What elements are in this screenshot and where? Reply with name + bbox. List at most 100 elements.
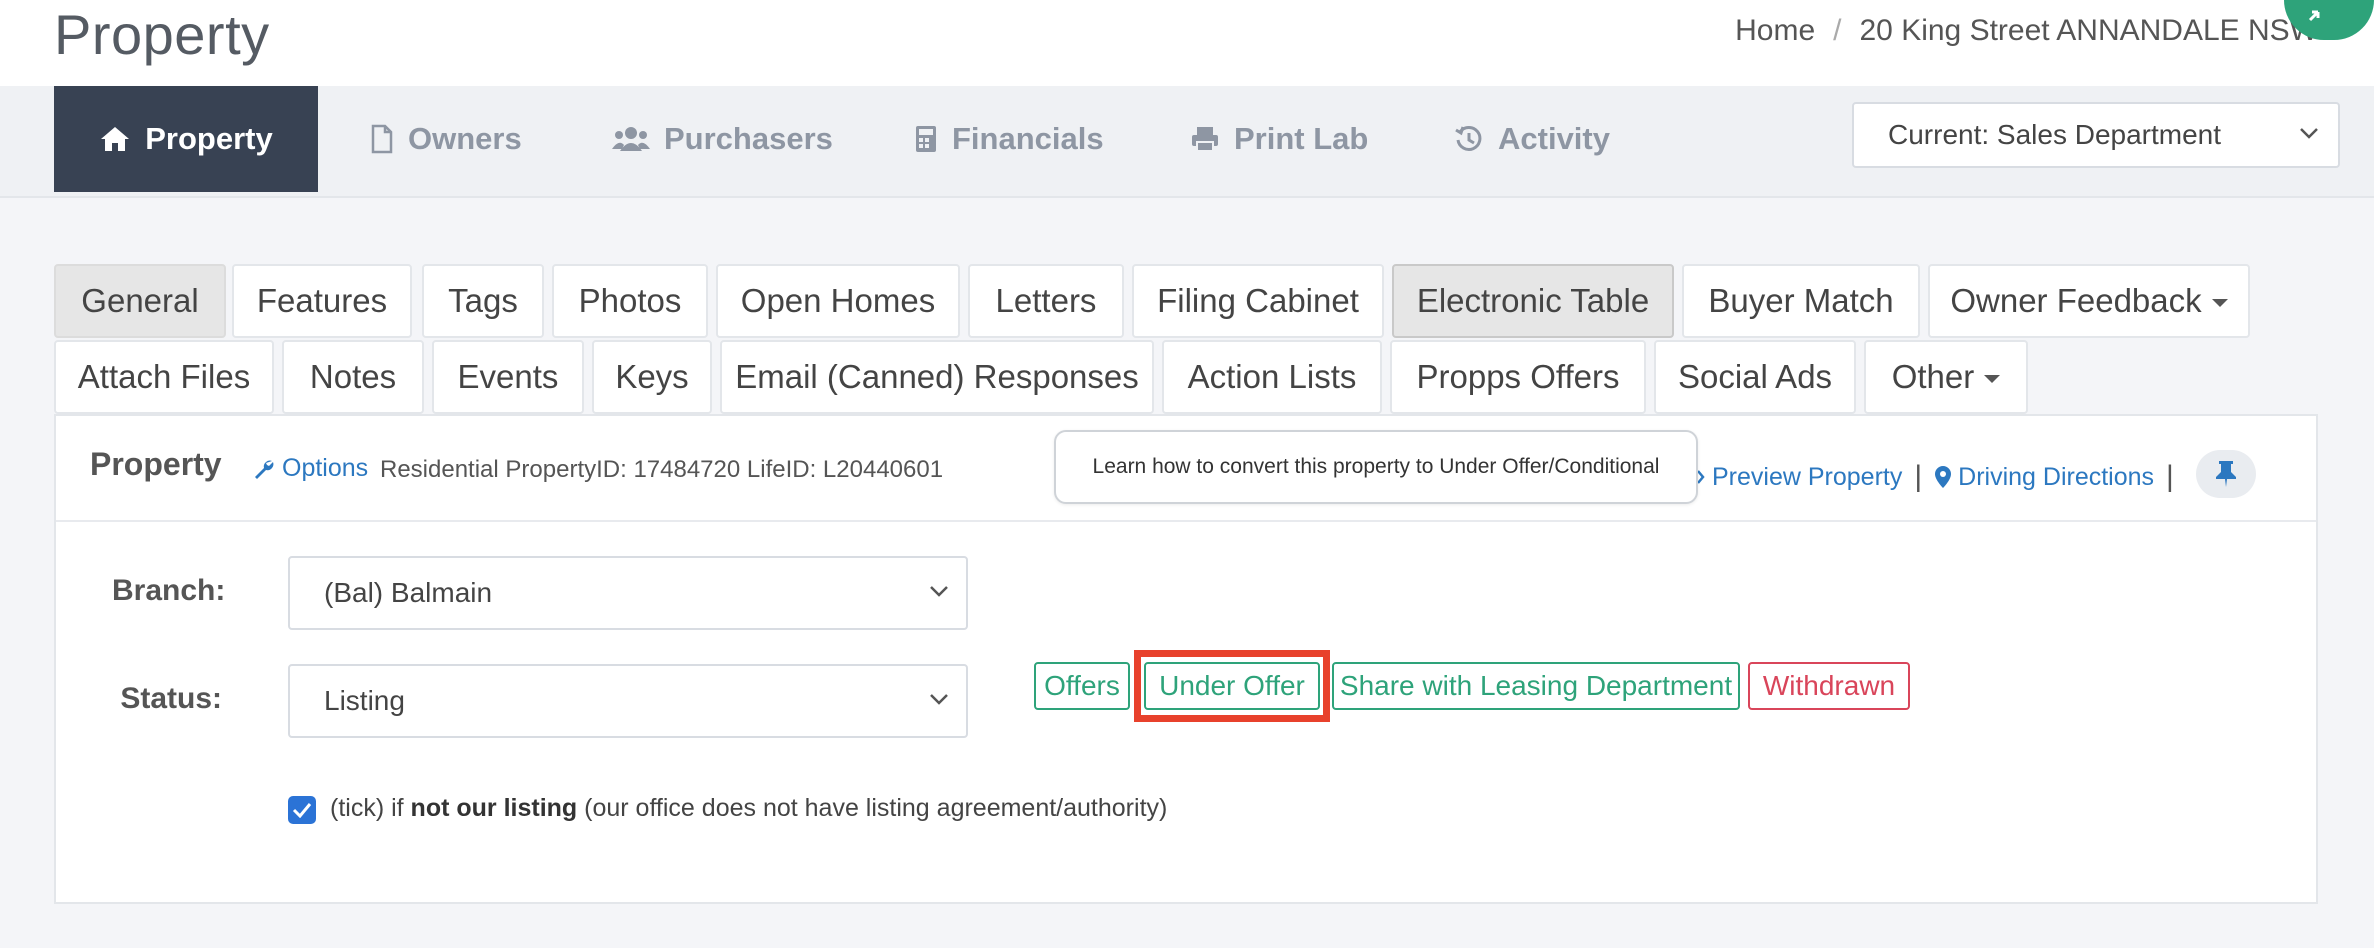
driving-directions-link[interactable]: Driving Directions (1958, 463, 2154, 492)
subtab-other[interactable]: Other (1864, 340, 2028, 414)
label-bold: not our listing (410, 794, 578, 822)
breadcrumb-home-link[interactable]: Home (1735, 14, 1815, 47)
subtab-attach-files[interactable]: Attach Files (54, 340, 274, 414)
subtab-label: Tags (448, 282, 518, 319)
branch-select-value: (Bal) Balmain (324, 577, 493, 608)
users-icon (612, 127, 650, 151)
map-marker-icon (1935, 466, 1952, 488)
breadcrumb-separator: / (1833, 14, 1842, 47)
label-prefix: (tick) if (330, 794, 411, 822)
offers-button[interactable]: Offers (1034, 662, 1130, 710)
home-icon (101, 127, 130, 151)
subtab-open-homes[interactable]: Open Homes (716, 264, 960, 338)
subtab-label: Propps Offers (1416, 358, 1620, 395)
breadcrumb: Home / 20 King Street ANNANDALE NSW (1735, 14, 2318, 48)
subtab-features[interactable]: Features (232, 264, 412, 338)
subtab-tags[interactable]: Tags (422, 264, 544, 338)
subtab-label: Email (Canned) Responses (735, 358, 1139, 395)
under-offer-tooltip: Learn how to convert this property to Un… (1054, 430, 1698, 504)
subtab-label: Owner Feedback (1950, 282, 2202, 319)
link-separator: | (2166, 460, 2174, 493)
collapse-arrows-icon (2308, 10, 2320, 22)
nav-tab-purchasers[interactable]: Purchasers (612, 86, 833, 192)
status-select[interactable]: Listing (288, 664, 968, 738)
nav-tab-label: Property (145, 121, 273, 156)
share-leasing-button[interactable]: Share with Leasing Department (1332, 662, 1740, 710)
subtab-email-responses[interactable]: Email (Canned) Responses (720, 340, 1154, 414)
subtab-events[interactable]: Events (432, 340, 584, 414)
subtab-notes[interactable]: Notes (282, 340, 424, 414)
not-our-listing-checkbox[interactable] (288, 796, 316, 824)
subtab-letters[interactable]: Letters (968, 264, 1124, 338)
subtab-label: Social Ads (1677, 358, 1833, 395)
subtab-social-ads[interactable]: Social Ads (1654, 340, 1856, 414)
nav-tab-financials[interactable]: Financials (914, 86, 1104, 192)
subtab-photos[interactable]: Photos (552, 264, 708, 338)
chevron-down-icon (930, 586, 948, 597)
caret-down-icon (1984, 375, 2001, 383)
subtab-buyer-match[interactable]: Buyer Match (1682, 264, 1920, 338)
property-meta: Residential PropertyID: 17484720 LifeID:… (380, 456, 944, 483)
branch-label: Branch: (112, 574, 226, 607)
thumbtack-icon (2216, 461, 2236, 487)
subtab-label: General (81, 282, 199, 319)
status-label: Status: (120, 682, 222, 715)
under-offer-highlight (1134, 650, 1330, 722)
top-header: Property Home / 20 King Street ANNANDALE N… (0, 0, 2374, 86)
chevron-down-icon (930, 694, 948, 705)
subtab-label: Open Homes (740, 282, 936, 319)
status-select-value: Listing (324, 685, 405, 716)
department-select-value: Current: Sales Department (1888, 119, 2222, 150)
options-link[interactable]: Options (252, 454, 368, 483)
property-panel: Property Options Residential PropertyID:… (54, 414, 2318, 904)
wrench-icon (255, 460, 274, 479)
nav-tab-print-lab[interactable]: Print Lab (1190, 86, 1368, 192)
nav-tab-owners[interactable]: Owners (370, 86, 522, 192)
department-select[interactable]: Current: Sales Department (1852, 102, 2340, 168)
link-separator: | (1914, 460, 1923, 493)
subtab-action-lists[interactable]: Action Lists (1162, 340, 1382, 414)
panel-title: Property (90, 446, 222, 482)
subtab-label: Photos (578, 282, 682, 319)
panel-header: Property Options Residential PropertyID:… (56, 416, 2316, 522)
subtab-electronic-table[interactable]: Electronic Table (1392, 264, 1674, 338)
page-title: Property (54, 3, 270, 66)
subtab-label: Filing Cabinet (1157, 282, 1359, 319)
subtab-filing-cabinet[interactable]: Filing Cabinet (1132, 264, 1384, 338)
nav-tab-label: Financials (952, 121, 1104, 156)
pin-button[interactable] (2196, 450, 2256, 498)
nav-tab-label: Activity (1498, 121, 1610, 156)
caret-down-icon (2211, 299, 2228, 307)
main-nav: Property Owners Purchasers Financials Pr… (0, 86, 2374, 198)
subtab-label: Notes (309, 358, 397, 395)
nav-tab-property[interactable]: Property (54, 86, 318, 192)
nav-tab-label: Owners (408, 121, 522, 156)
header-links: Preview Property | Driving Directions | (1696, 460, 2186, 494)
subtab-label: Keys (615, 358, 689, 395)
history-icon (1455, 125, 1482, 151)
subtab-label: Events (457, 358, 559, 395)
calculator-icon (916, 126, 936, 152)
withdrawn-button[interactable]: Withdrawn (1748, 662, 1910, 710)
subtab-propps-offers[interactable]: Propps Offers (1390, 340, 1646, 414)
subtab-label: Attach Files (77, 358, 251, 395)
nav-tab-activity[interactable]: Activity (1454, 86, 1610, 192)
subtab-keys[interactable]: Keys (592, 340, 712, 414)
label-suffix: (our office does not have listing agreem… (577, 794, 1168, 822)
subtab-label: Buyer Match (1708, 282, 1894, 319)
options-label: Options (282, 454, 369, 482)
nav-tab-label: Purchasers (664, 121, 833, 156)
subtab-label: Letters (995, 282, 1097, 319)
subtab-owner-feedback[interactable]: Owner Feedback (1928, 264, 2250, 338)
chevron-down-icon (2300, 128, 2318, 139)
subtab-label: Action Lists (1187, 358, 1357, 395)
print-icon (1192, 127, 1218, 152)
file-icon (371, 124, 393, 154)
subtab-general[interactable]: General (54, 264, 226, 338)
subtab-label: Features (256, 282, 388, 319)
breadcrumb-current: 20 King Street ANNANDALE NSW (1859, 14, 2318, 47)
nav-tab-label: Print Lab (1234, 121, 1369, 156)
branch-select[interactable]: (Bal) Balmain (288, 556, 968, 630)
preview-property-link[interactable]: Preview Property (1712, 463, 1902, 492)
subtab-label: Electronic Table (1416, 282, 1650, 319)
